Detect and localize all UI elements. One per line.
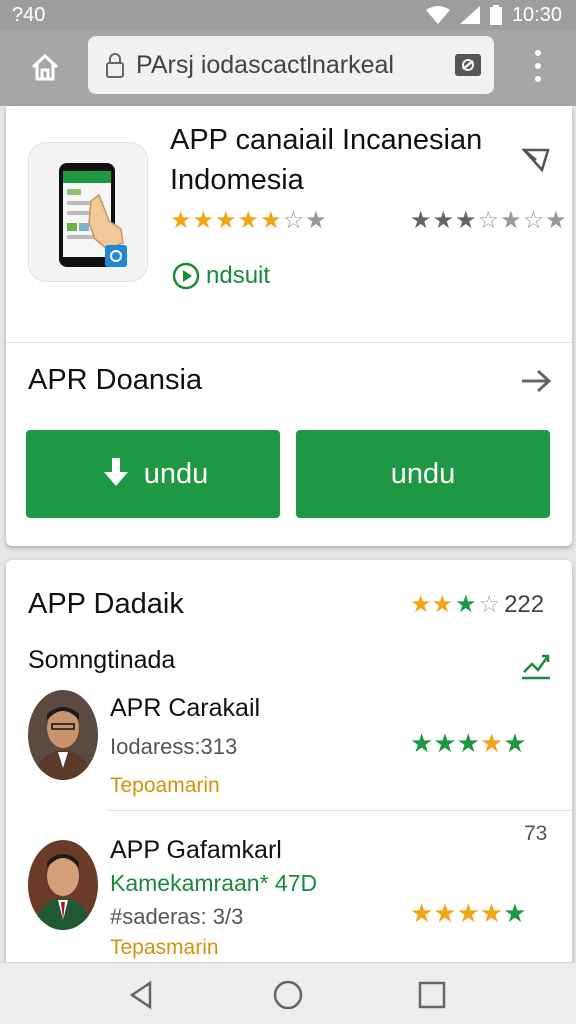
app-rating-stars: ★★★★★☆★: [170, 207, 328, 234]
wifi-icon: [425, 6, 450, 24]
review-item[interactable]: APR Carakail Iodaress:313 Tepoamarin ★★★…: [6, 690, 572, 810]
download-button[interactable]: undu: [26, 430, 280, 518]
rating-count: 222: [504, 590, 545, 618]
battery-icon: [489, 5, 502, 25]
review-item[interactable]: APP Gafamkarl 73 Kamekamraan* 47D #sader…: [6, 822, 572, 960]
review-handle: Kamekamraan* 47D: [110, 870, 318, 896]
signal-icon: [459, 6, 480, 24]
nav-bar: [0, 962, 576, 1024]
arrow-right-icon[interactable]: [518, 366, 554, 396]
share-icon[interactable]: [520, 144, 552, 176]
phone-hand-icon: [59, 163, 127, 267]
url-text[interactable]: PArsj iodascactlnarkeal: [136, 51, 454, 80]
avatar: [28, 690, 98, 780]
chart-icon[interactable]: [518, 648, 554, 682]
browser-toolbar: PArsj iodascactlnarkeal: [0, 30, 576, 106]
section-title: APR Doansia: [28, 364, 203, 396]
review-author: APP Gafamkarl: [110, 836, 282, 864]
secondary-button-label: undu: [390, 457, 456, 490]
divider: [106, 810, 572, 811]
home-circle-icon[interactable]: [272, 979, 304, 1011]
app-title: APP саnаiail Incanesian Indomesia: [170, 124, 483, 196]
avatar: [28, 840, 98, 930]
app-icon: [28, 142, 148, 282]
address-bar[interactable]: PArsj iodascactlnarkeal: [88, 36, 494, 94]
recents-icon[interactable]: [416, 979, 448, 1011]
reviews-rating: ★★ ★ ☆ 222: [410, 590, 545, 619]
review-stars: ★★★★★: [410, 728, 527, 758]
reviews-card: APP Dadaik ★★ ★ ☆ 222 Somngtinada APR Cara…: [6, 560, 572, 980]
back-icon[interactable]: [126, 979, 158, 1011]
status-icons: 10:30: [425, 3, 562, 27]
review-link[interactable]: Tepasmarin: [110, 936, 219, 960]
review-number: 73: [524, 822, 548, 845]
play-icon: [172, 262, 200, 290]
install-label: ndsuit: [206, 262, 271, 289]
install-status: ndsuit: [172, 262, 270, 290]
home-button[interactable]: [26, 48, 64, 86]
lock-icon: [106, 53, 124, 78]
reviews-title: APP Dadaik: [28, 588, 184, 620]
download-icon: [103, 458, 128, 486]
home-icon: [31, 53, 59, 81]
review-meta: Iodaress:313: [110, 734, 238, 759]
tabs-icon[interactable]: [454, 53, 482, 77]
more-vert-icon[interactable]: [526, 46, 550, 86]
app-card: APP саnаiail Incanesian Indomesia ★★★★★☆…: [6, 106, 572, 546]
review-stars: ★★★★★: [410, 898, 527, 928]
download-button-label: undu: [143, 457, 209, 490]
review-link[interactable]: Tepoamarin: [110, 774, 220, 798]
divider: [6, 342, 572, 343]
review-meta: #saderas: 3/3: [110, 904, 244, 929]
status-time-right: 10:30: [511, 3, 562, 26]
reviews-subtitle: Somngtinada: [28, 646, 176, 674]
review-author: APR Carakail: [110, 694, 261, 722]
status-bar: ?40 10:30: [0, 0, 576, 30]
status-time-left: ?40: [12, 3, 46, 26]
secondary-download-button[interactable]: undu: [296, 430, 550, 518]
app-rating-stars-alt: ★★★☆★☆★: [410, 207, 568, 234]
